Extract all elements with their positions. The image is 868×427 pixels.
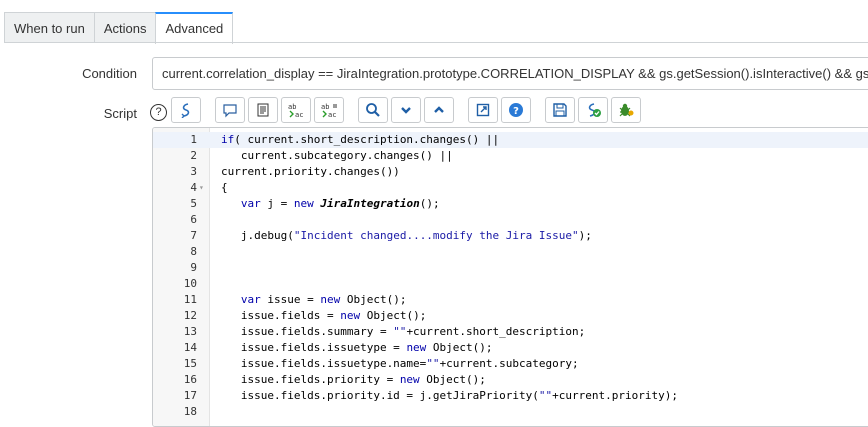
code-line[interactable]: 13 issue.fields.summary = ""+current.sho…	[153, 324, 868, 340]
code-text: issue.fields.priority.id = j.getJiraPrio…	[221, 389, 678, 402]
code-text: var j = new JiraIntegration();	[240, 197, 440, 210]
code-line[interactable]: 7 j.debug("Incident changed....modify th…	[153, 228, 868, 244]
code-text: issue.fields = new Object();	[221, 309, 427, 322]
line-number: 7	[190, 229, 197, 242]
line-number: 14	[183, 341, 197, 354]
code-line[interactable]: 15 issue.fields.issuetype.name=""+curren…	[153, 356, 868, 372]
line-number: 9	[190, 261, 197, 274]
code-line[interactable]: 10	[153, 276, 868, 292]
line-number: 15	[183, 357, 197, 370]
condition-label: Condition	[82, 66, 137, 81]
line-number: 17	[183, 389, 197, 402]
tab-divider	[4, 42, 868, 43]
code-line[interactable]: 14 issue.fields.issuetype = new Object()…	[153, 340, 868, 356]
script-editor[interactable]: 1 if( current.short_description.changes()…	[152, 127, 868, 427]
code-line[interactable]: 9	[153, 260, 868, 276]
line-number: 2	[190, 149, 197, 162]
tab-when-to-run[interactable]: When to run	[4, 12, 95, 42]
code-line[interactable]: 16 issue.fields.priority = new Object();	[153, 372, 868, 388]
fold-arrow-icon[interactable]: ▾	[199, 180, 204, 196]
code-line[interactable]: 2 current.subcategory.changes() ||	[153, 148, 868, 164]
toggle-syntax-icon[interactable]	[171, 97, 201, 123]
code-line[interactable]: 12 issue.fields = new Object();	[153, 308, 868, 324]
code-line[interactable]: 18	[153, 404, 868, 420]
debug-icon[interactable]	[611, 97, 641, 123]
svg-text:?: ?	[513, 106, 519, 117]
script-toolbar: ab ac ab ac ?	[171, 97, 644, 123]
code-text: if( current.short_description.changes() …	[221, 133, 500, 146]
code-line[interactable]: 11 var issue = new Object();	[153, 292, 868, 308]
save-icon[interactable]	[545, 97, 575, 123]
line-number: 13	[183, 325, 197, 338]
fullscreen-icon[interactable]	[468, 97, 498, 123]
code-line[interactable]: 1 if( current.short_description.changes()…	[153, 132, 868, 148]
svg-text:ac: ac	[328, 111, 336, 118]
comment-icon[interactable]	[215, 97, 245, 123]
replace-all-icon[interactable]: ab ac	[314, 97, 344, 123]
script-check-icon[interactable]	[578, 97, 608, 123]
svg-text:ab: ab	[288, 103, 296, 111]
code-line[interactable]: 6	[153, 212, 868, 228]
code-text: issue.fields.summary = ""+current.short_…	[221, 325, 586, 338]
tab-advanced[interactable]: Advanced	[155, 12, 234, 44]
previous-match-icon[interactable]	[424, 97, 454, 123]
help-icon[interactable]: ?	[501, 97, 531, 123]
line-number: 12	[183, 309, 197, 322]
code-text: issue.fields.issuetype.name=""+current.s…	[221, 357, 579, 370]
line-number: 8	[190, 245, 197, 258]
next-match-icon[interactable]	[391, 97, 421, 123]
code-text: {	[221, 181, 228, 194]
svg-text:ab: ab	[321, 103, 329, 111]
code-line[interactable]: 5 var j = new JiraIntegration();	[153, 196, 868, 212]
line-number: 6	[190, 213, 197, 226]
code-text: var issue = new Object();	[240, 293, 407, 306]
line-number: 16	[183, 373, 197, 386]
code-line[interactable]: 8	[153, 244, 868, 260]
tab-actions[interactable]: Actions	[93, 12, 157, 42]
line-number: 4	[190, 181, 197, 194]
tab-bar: When to run Actions Advanced	[4, 12, 234, 44]
code-text: current.priority.changes())	[221, 165, 400, 178]
code-text: j.debug("Incident changed....modify the …	[221, 229, 592, 242]
replace-icon[interactable]: ab ac	[281, 97, 311, 123]
line-number: 1	[190, 133, 197, 146]
script-label: Script	[103, 106, 137, 121]
svg-text:ac: ac	[295, 111, 303, 118]
line-number: 3	[190, 165, 197, 178]
code-line[interactable]: 17 issue.fields.priority.id = j.getJiraP…	[153, 388, 868, 404]
code-line[interactable]: 3 current.priority.changes())	[153, 164, 868, 180]
code-text: issue.fields.issuetype = new Object();	[221, 341, 493, 354]
line-number: 10	[183, 277, 197, 290]
question-icon[interactable]: ?	[150, 104, 167, 121]
line-number: 5	[190, 197, 197, 210]
code-text: current.subcategory.changes() ||	[221, 149, 453, 162]
line-number: 11	[183, 293, 197, 306]
search-icon[interactable]	[358, 97, 388, 123]
code-text: issue.fields.priority = new Object();	[221, 373, 486, 386]
condition-input[interactable]: current.correlation_display == JiraInteg…	[152, 57, 868, 90]
format-code-icon[interactable]	[248, 97, 278, 123]
line-number: 18	[183, 405, 197, 418]
code-line[interactable]: 4 ▾ {	[153, 180, 868, 196]
